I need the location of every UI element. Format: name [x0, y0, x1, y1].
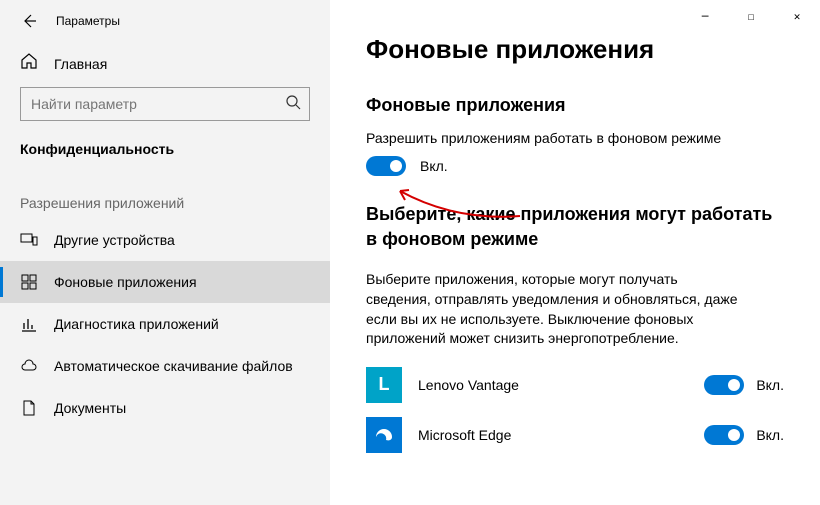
back-button[interactable] — [20, 12, 38, 30]
window-title: Параметры — [56, 14, 120, 28]
app-name: Microsoft Edge — [418, 427, 688, 443]
close-button[interactable]: ✕ — [774, 0, 820, 32]
nav-item-label: Документы — [54, 400, 126, 416]
grid-icon — [20, 273, 38, 291]
app-name: Lenovo Vantage — [418, 377, 688, 393]
page-title: Фоновые приложения — [366, 34, 784, 65]
group-title: Разрешения приложений — [0, 171, 330, 219]
home-icon — [20, 52, 38, 75]
app-toggle-label: Вкл. — [756, 427, 784, 443]
search-input[interactable] — [31, 96, 285, 112]
main-content: Фоновые приложения Фоновые приложения Ра… — [330, 0, 820, 505]
choose-apps-heading: Выберите, какие приложения могут работат… — [366, 202, 784, 252]
master-toggle[interactable] — [366, 156, 406, 176]
chart-icon — [20, 315, 38, 333]
toggle-knob — [390, 160, 402, 172]
nav-item-label: Фоновые приложения — [54, 274, 197, 290]
nav-documents[interactable]: Документы — [0, 387, 330, 429]
nav-background-apps[interactable]: Фоновые приложения — [0, 261, 330, 303]
app-toggle[interactable] — [704, 425, 744, 445]
app-icon-edge — [366, 417, 402, 453]
nav-item-label: Диагностика приложений — [54, 316, 219, 332]
app-icon-lenovo: L — [366, 367, 402, 403]
cloud-icon — [20, 357, 38, 375]
toggle-knob — [728, 429, 740, 441]
nav-item-label: Автоматическое скачивание файлов — [54, 358, 293, 374]
search-box[interactable] — [20, 87, 310, 121]
maximize-button[interactable]: ☐ — [728, 0, 774, 32]
sidebar: Параметры Главная Конфиденциальность Раз… — [0, 0, 330, 505]
app-row: Microsoft Edge Вкл. — [366, 417, 784, 453]
minimize-button[interactable]: ─ — [682, 0, 728, 32]
nav-auto-download[interactable]: Автоматическое скачивание файлов — [0, 345, 330, 387]
nav-home-label: Главная — [54, 56, 107, 72]
app-toggle[interactable] — [704, 375, 744, 395]
toggle-knob — [728, 379, 740, 391]
choose-apps-desc: Выберите приложения, которые могут получ… — [366, 270, 746, 348]
section-heading: Фоновые приложения — [366, 95, 784, 116]
titlebar: Параметры — [0, 0, 330, 38]
master-toggle-desc: Разрешить приложениям работать в фоновом… — [366, 130, 784, 146]
document-icon — [20, 399, 38, 417]
window-controls: ─ ☐ ✕ — [682, 0, 820, 32]
nav-item-label: Другие устройства — [54, 232, 175, 248]
nav-diagnostics[interactable]: Диагностика приложений — [0, 303, 330, 345]
nav-other-devices[interactable]: Другие устройства — [0, 219, 330, 261]
app-toggle-label: Вкл. — [756, 377, 784, 393]
nav-home[interactable]: Главная — [0, 38, 330, 87]
master-toggle-label: Вкл. — [420, 158, 448, 174]
arrow-left-icon — [21, 13, 37, 29]
devices-icon — [20, 231, 38, 249]
section-title: Конфиденциальность — [0, 133, 330, 171]
app-row: L Lenovo Vantage Вкл. — [366, 367, 784, 403]
search-icon — [285, 94, 301, 115]
